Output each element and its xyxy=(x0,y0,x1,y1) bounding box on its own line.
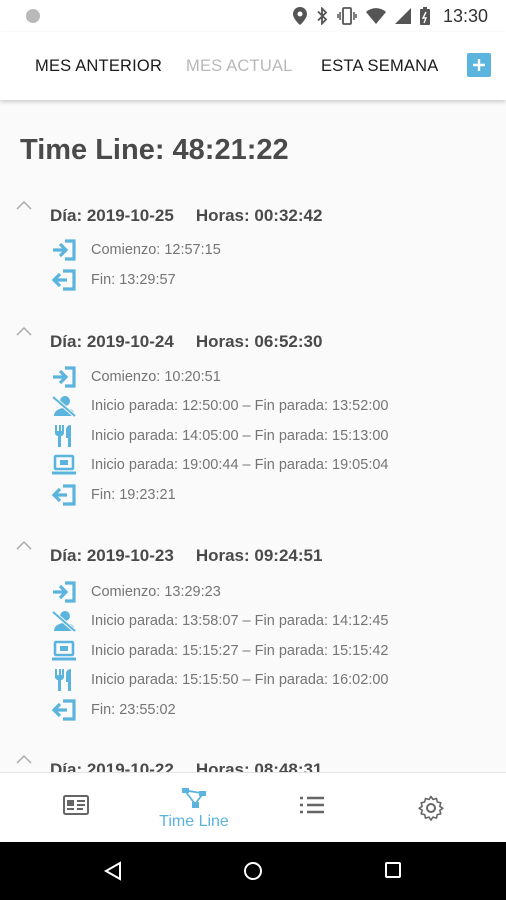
day-date: Día: 2019-10-25 xyxy=(50,206,174,225)
nav-item-card[interactable] xyxy=(60,773,92,843)
entry-text: Fin: 13:29:57 xyxy=(91,272,176,288)
nav-label-timeline: Time Line xyxy=(159,813,229,830)
day-header: Día: 2019-10-23 Horas: 09:24:51 xyxy=(50,546,322,566)
day-hours: Horas: 08:48:31 xyxy=(195,760,323,772)
laptop-icon xyxy=(50,453,78,477)
login-icon xyxy=(50,365,78,389)
timeline-entry: Inicio parada: 15:15:50 – Fin parada: 16… xyxy=(50,668,388,692)
entry-text: Inicio parada: 14:05:00 – Fin parada: 15… xyxy=(91,428,389,444)
entry-text: Inicio parada: 15:15:27 – Fin parada: 15… xyxy=(91,643,389,659)
logout-icon xyxy=(50,268,78,292)
tab-current-month[interactable]: MES ACTUAL xyxy=(186,32,293,100)
day-date: Día: 2019-10-22 xyxy=(50,760,174,772)
entry-text: Comienzo: 12:57:15 xyxy=(91,242,221,258)
day-header: Día: 2019-10-22 Horas: 08:48:31 xyxy=(50,760,322,772)
timeline-entry: Inicio parada: 12:50:00 – Fin parada: 13… xyxy=(50,394,388,418)
chevron-up-icon[interactable] xyxy=(16,540,32,550)
period-tabs: MES ANTERIOR MES ACTUAL ESTA SEMANA xyxy=(0,32,506,100)
timeline-entry: Comienzo: 13:29:23 xyxy=(50,580,221,604)
status-time: 13:30 xyxy=(442,5,488,26)
timeline-entry: Comienzo: 12:57:15 xyxy=(50,238,221,262)
entry-text: Inicio parada: 19:00:44 – Fin parada: 19… xyxy=(91,457,389,473)
logout-icon xyxy=(50,698,78,722)
day-hours: Horas: 09:24:51 xyxy=(195,546,323,565)
restaurant-icon xyxy=(50,668,78,692)
signal-icon xyxy=(394,8,411,24)
day-header: Día: 2019-10-25 Horas: 00:32:42 xyxy=(50,206,322,226)
entry-text: Fin: 19:23:21 xyxy=(91,487,176,503)
entry-text: Inicio parada: 13:58:07 – Fin parada: 14… xyxy=(91,613,389,629)
nav-item-settings[interactable] xyxy=(415,773,447,843)
timeline-entry: Inicio parada: 19:00:44 – Fin parada: 19… xyxy=(50,453,388,477)
system-navigation-bar xyxy=(0,842,506,900)
nav-item-list[interactable] xyxy=(296,773,328,843)
recents-icon[interactable] xyxy=(384,861,402,879)
nav-item-timeline[interactable]: Time Line xyxy=(150,773,238,843)
day-hours: Horas: 00:32:42 xyxy=(195,206,323,225)
back-icon[interactable] xyxy=(103,861,123,881)
entry-text: Comienzo: 13:29:23 xyxy=(91,584,221,600)
status-bar: 13:30 xyxy=(0,0,506,32)
list-icon xyxy=(300,796,324,814)
status-icons: 13:30 xyxy=(292,5,488,27)
chevron-up-icon[interactable] xyxy=(16,326,32,336)
person-off-icon xyxy=(50,609,78,633)
entry-text: Comienzo: 10:20:51 xyxy=(91,369,221,385)
battery-icon xyxy=(419,7,430,25)
chevron-up-icon[interactable] xyxy=(16,754,32,764)
entry-text: Inicio parada: 15:15:50 – Fin parada: 16… xyxy=(91,672,389,688)
home-icon[interactable] xyxy=(243,861,263,881)
login-icon xyxy=(50,238,78,262)
settings-icon xyxy=(418,795,444,821)
page-title: Time Line: 48:21:22 xyxy=(20,134,289,166)
laptop-icon xyxy=(50,639,78,663)
timeline-entry: Inicio parada: 14:05:00 – Fin parada: 15… xyxy=(50,424,388,448)
vibrate-icon xyxy=(337,7,357,25)
app-screen: 13:30 MES ANTERIOR MES ACTUAL ESTA SEMAN… xyxy=(0,0,506,900)
timeline-icon xyxy=(182,788,206,808)
entry-text: Inicio parada: 12:50:00 – Fin parada: 13… xyxy=(91,398,389,414)
location-icon xyxy=(292,7,307,25)
person-off-icon xyxy=(50,394,78,418)
day-header: Día: 2019-10-24 Horas: 06:52:30 xyxy=(50,332,322,352)
id-card-icon xyxy=(63,795,89,815)
restaurant-icon xyxy=(50,424,78,448)
timeline-content[interactable]: Time Line: 48:21:22 Día: 2019-10-25 Horas… xyxy=(0,100,506,772)
day-hours: Horas: 06:52:30 xyxy=(195,332,323,351)
notification-dot-icon xyxy=(26,9,40,23)
day-date: Día: 2019-10-23 xyxy=(50,546,174,565)
add-button[interactable] xyxy=(467,53,491,77)
timeline-entry: Fin: 13:29:57 xyxy=(50,268,176,292)
bluetooth-icon xyxy=(317,7,328,25)
timeline-entry: Inicio parada: 15:15:27 – Fin parada: 15… xyxy=(50,639,388,663)
bottom-navigation: Time Line xyxy=(0,772,506,842)
timeline-entry: Inicio parada: 13:58:07 – Fin parada: 14… xyxy=(50,609,388,633)
timeline-entry: Fin: 19:23:21 xyxy=(50,483,176,507)
day-date: Día: 2019-10-24 xyxy=(50,332,174,351)
entry-text: Fin: 23:55:02 xyxy=(91,702,176,718)
timeline-entry: Fin: 23:55:02 xyxy=(50,698,176,722)
plus-icon xyxy=(473,59,485,71)
tab-previous-month[interactable]: MES ANTERIOR xyxy=(35,32,162,100)
timeline-entry: Comienzo: 10:20:51 xyxy=(50,365,221,389)
logout-icon xyxy=(50,483,78,507)
login-icon xyxy=(50,580,78,604)
tab-this-week[interactable]: ESTA SEMANA xyxy=(321,32,438,100)
wifi-icon xyxy=(365,8,386,24)
chevron-up-icon[interactable] xyxy=(16,200,32,210)
